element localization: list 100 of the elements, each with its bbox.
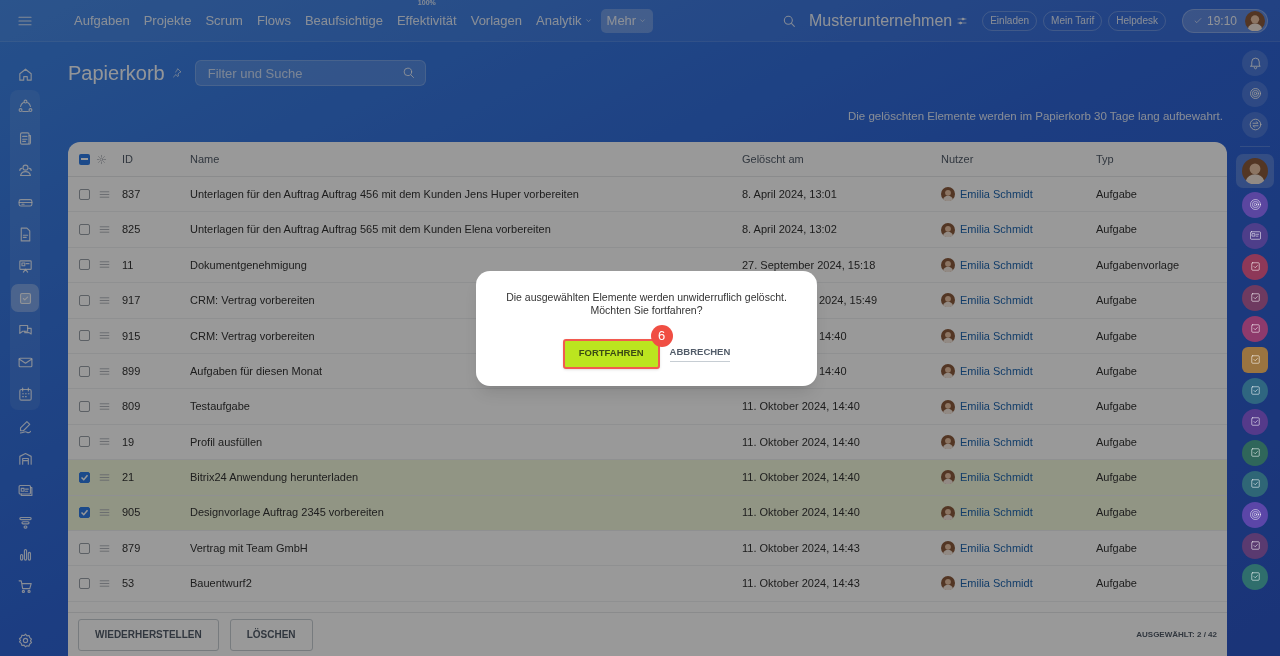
table-row[interactable]: 809 Testaufgabe 11. Oktober 2024, 14:40 Emilia Schmidt Aufgabe xyxy=(68,389,1227,425)
nav-tab[interactable]: Scrum xyxy=(199,8,249,33)
user-link[interactable]: Emilia Schmidt xyxy=(960,185,1033,203)
user-link[interactable]: Emilia Schmidt xyxy=(960,504,1033,521)
table-cell: Aufgabe xyxy=(1096,541,1137,554)
nav-tab[interactable]: Vorlagen xyxy=(464,8,528,33)
avatar-icon xyxy=(941,434,955,449)
company-name[interactable]: Musterunternehmen xyxy=(809,8,953,33)
column-header[interactable]: ID xyxy=(122,152,133,165)
table-cell: Aufgabe xyxy=(1096,435,1137,448)
footer-button[interactable]: LÖSCHEN xyxy=(229,618,313,651)
nav-tab[interactable]: Projekte xyxy=(137,8,198,33)
table-row[interactable]: 21 Bitrix24 Anwendung herunterladen 11. Oktober 2024, 14:40 Emilia Schmidt Aufgabe xyxy=(68,460,1227,496)
table-cell: Dokumentgenehmigung xyxy=(190,258,307,271)
nav-tab[interactable]: Flows xyxy=(250,8,297,33)
avatar-icon xyxy=(941,399,955,414)
table-cell: Aufgabe xyxy=(1096,364,1137,377)
chat-item[interactable] xyxy=(1242,470,1268,497)
chat-item[interactable] xyxy=(1242,501,1268,528)
concentric-circles-icon xyxy=(1247,197,1263,212)
table-cell: Unterlagen für den Auftrag Auftrag 565 mit dem Kunden Elena vorbereiten xyxy=(190,223,551,236)
page-title: Papierkorb xyxy=(68,61,165,86)
user-link[interactable]: Emilia Schmidt xyxy=(960,221,1033,238)
user-link[interactable]: Emilia Schmidt xyxy=(960,398,1033,415)
table-cell: Aufgabe xyxy=(1096,294,1137,307)
avatar-icon xyxy=(941,470,955,485)
user-link[interactable]: Emilia Schmidt xyxy=(960,256,1033,274)
table-cell: Aufgabe xyxy=(1096,506,1137,519)
chat-item[interactable] xyxy=(1242,346,1268,373)
table-row[interactable]: 53 Bauentwurf2 11. Oktober 2024, 14:43 Emilia Schmidt Aufgabe xyxy=(68,566,1227,602)
user-link[interactable]: Emilia Schmidt xyxy=(960,539,1033,557)
user-link[interactable]: Emilia Schmidt xyxy=(960,469,1033,486)
row-checkbox[interactable] xyxy=(79,365,90,377)
notice-text: Die gelöschten Elemente werden im Papierkorb 30 Tage lang aufbewahrt. xyxy=(847,109,1223,124)
row-checkbox[interactable] xyxy=(79,330,90,342)
row-checkbox[interactable] xyxy=(79,578,90,589)
user-link[interactable]: Emilia Schmidt xyxy=(960,575,1033,592)
chat-item[interactable] xyxy=(1242,222,1268,249)
selected-count: AUSGEWÄHLT: 2 / 42 xyxy=(1136,628,1217,641)
avatar-icon xyxy=(941,257,955,272)
nav-tab[interactable]: Beaufsichtige xyxy=(298,8,389,33)
avatar-icon xyxy=(941,293,955,308)
user-link[interactable]: Emilia Schmidt xyxy=(960,292,1033,309)
chat-item[interactable] xyxy=(1242,532,1268,559)
user-link[interactable]: Emilia Schmidt xyxy=(960,433,1033,451)
table-cell: Aufgabe xyxy=(1096,400,1137,413)
settings-icon xyxy=(16,631,34,649)
avatar-icon xyxy=(1242,158,1268,184)
chat-item[interactable] xyxy=(1242,284,1268,311)
presentation-board-icon xyxy=(16,257,34,275)
chat-item[interactable] xyxy=(1242,253,1268,280)
table-cell: Aufgabe xyxy=(1096,471,1137,484)
confirm-button[interactable]: FORTFAHREN xyxy=(562,338,660,369)
nav-tab[interactable]: Analytik xyxy=(530,8,599,33)
table-cell: 11. Oktober 2024, 14:40 xyxy=(742,400,860,413)
table-cell: 11. Oktober 2024, 14:40 xyxy=(742,471,860,484)
pin-icon[interactable] xyxy=(170,67,183,79)
table-cell: Profil ausfüllen xyxy=(190,435,263,448)
column-header[interactable]: Gelöscht am xyxy=(742,152,804,165)
step-badge: 6 xyxy=(650,324,673,347)
footer-button[interactable]: WIEDERHERSTELLEN xyxy=(78,618,219,651)
table-row[interactable]: 905 Designvorlage Auftrag 2345 vorbereiten 11. Oktober 2024, 14:40 Emilia Schmidt Aufgabe xyxy=(68,495,1227,531)
chat-item[interactable] xyxy=(1242,191,1268,218)
settings-icon[interactable] xyxy=(96,153,107,165)
table-cell: Aufgaben für diesen Monat xyxy=(190,364,323,377)
drag-handle-icon[interactable] xyxy=(98,577,111,590)
user-link[interactable]: Emilia Schmidt xyxy=(960,362,1033,380)
table-row[interactable]: 879 Vertrag mit Team GmbH 11. Oktober 2024, 14:43 Emilia Schmidt Aufgabe xyxy=(68,530,1227,567)
table-cell: CRM: Vertrag vorbereiten xyxy=(190,329,315,342)
row-checkbox[interactable] xyxy=(79,259,90,271)
chat-item[interactable] xyxy=(1242,408,1268,435)
table-cell: 825 xyxy=(122,223,141,236)
row-checkbox[interactable] xyxy=(79,401,90,413)
user-link[interactable]: Emilia Schmidt xyxy=(960,327,1033,344)
bell-icon xyxy=(1247,55,1263,70)
column-header[interactable]: Name xyxy=(190,152,220,165)
table-cell: 879 xyxy=(122,541,141,554)
table-row[interactable]: 825 Unterlagen für den Auftrag Auftrag 565 mit dem Kunden Elena vorbereiten 8. April 2024, 13:02 Emilia Schmidt Aufgabe xyxy=(68,212,1227,248)
column-header[interactable]: Nutzer xyxy=(941,152,974,165)
chat-item[interactable] xyxy=(1242,439,1268,466)
table-cell: 917 xyxy=(122,294,141,307)
table-cell: 11. Oktober 2024, 14:40 xyxy=(742,506,860,519)
select-all-checkbox[interactable] xyxy=(79,153,90,165)
table-cell: Bitrix24 Anwendung herunterladen xyxy=(190,471,359,484)
table-cell: 809 xyxy=(122,400,141,413)
table-row[interactable]: 837 Unterlagen für den Auftrag Auftrag 456 mit dem Kunden Jens Huper vorbereiten 8. April 2024, 13:01 Emilia Schmidt Aufgabe xyxy=(68,177,1227,213)
row-checkbox[interactable] xyxy=(79,188,90,200)
row-checkbox[interactable] xyxy=(79,507,90,519)
chat-item[interactable] xyxy=(1242,377,1268,404)
row-checkbox[interactable] xyxy=(79,542,90,554)
chat-item[interactable] xyxy=(1242,563,1268,590)
avatar-icon xyxy=(941,364,955,379)
row-checkbox[interactable] xyxy=(79,224,90,236)
cancel-button[interactable]: ABBRECHEN xyxy=(669,345,731,362)
row-checkbox[interactable] xyxy=(79,294,90,306)
chat-item[interactable] xyxy=(1242,315,1268,342)
row-checkbox[interactable] xyxy=(79,471,90,483)
column-header[interactable]: Typ xyxy=(1096,152,1114,165)
nav-tab[interactable]: Aufgaben xyxy=(68,8,136,33)
row-checkbox[interactable] xyxy=(79,436,90,448)
